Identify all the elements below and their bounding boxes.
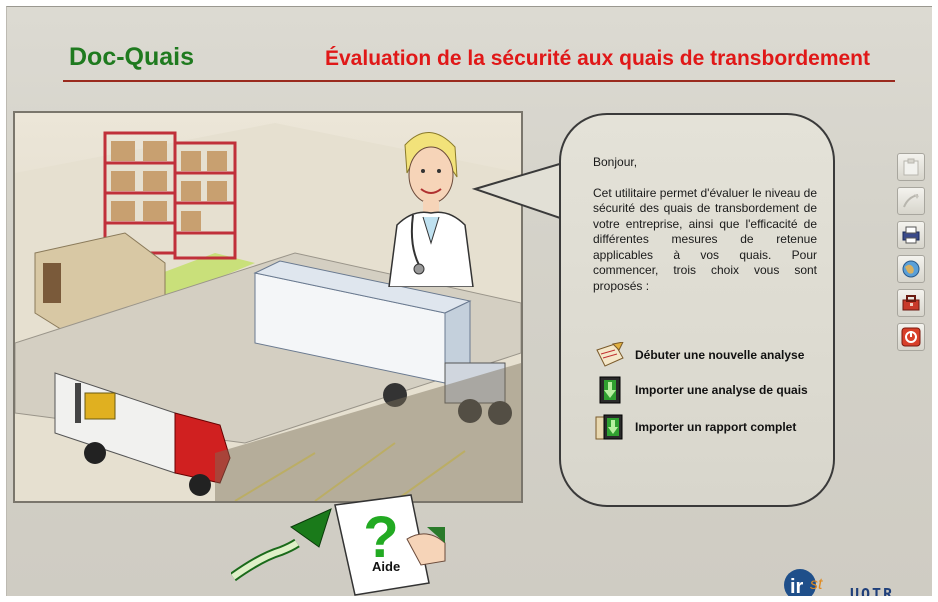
clipboard-icon [903, 158, 919, 176]
clipboard-button[interactable] [897, 153, 925, 181]
new-analysis-icon [593, 340, 627, 370]
start-new-analysis-label: Débuter une nouvelle analyse [635, 348, 805, 362]
import-dock-analysis-icon [593, 375, 627, 405]
import-full-report-label: Importer un rapport complet [635, 420, 797, 434]
welcome-message: Bonjour, Cet utilitaire permet d'évaluer… [593, 155, 817, 309]
help-label: Aide [372, 559, 401, 574]
uqtr-logo: UQTR [850, 585, 895, 596]
toolbox-button[interactable] [897, 289, 925, 317]
speech-bubble-tail [471, 161, 567, 221]
printer-icon [902, 226, 920, 244]
svg-text:ir: ir [790, 576, 804, 596]
help-icon: ? [230, 494, 446, 596]
side-toolbar [897, 153, 927, 357]
start-new-analysis-button[interactable]: Débuter une nouvelle analyse [593, 340, 804, 370]
power-icon [901, 327, 921, 347]
app-window: Doc-Quais Évaluation de la sécurité aux … [6, 6, 932, 596]
svg-text:st: st [810, 576, 823, 593]
page-subtitle: Évaluation de la sécurité aux quais de t… [325, 47, 870, 70]
globe-icon [902, 260, 920, 278]
pen-icon [903, 194, 919, 208]
quit-button[interactable] [897, 323, 925, 351]
import-full-report-button[interactable]: Importer un rapport complet [593, 412, 796, 442]
intro-text: Cet utilitaire permet d'évaluer le nivea… [593, 185, 817, 293]
help-button[interactable]: ? [230, 487, 451, 596]
toolbox-icon [902, 295, 920, 311]
irsst-logo: ir st [784, 569, 823, 596]
import-report-icon [593, 412, 627, 442]
doctor-avatar [388, 132, 474, 287]
app-title: Doc-Quais [69, 43, 195, 71]
import-dock-analysis-button[interactable]: Importer une analyse de quais [593, 375, 808, 405]
web-button[interactable] [897, 255, 925, 283]
print-button[interactable] [897, 221, 925, 249]
greeting-text: Bonjour, [593, 155, 638, 169]
import-dock-analysis-label: Importer une analyse de quais [635, 383, 808, 397]
title-divider [63, 80, 895, 82]
edit-button[interactable] [897, 187, 925, 215]
